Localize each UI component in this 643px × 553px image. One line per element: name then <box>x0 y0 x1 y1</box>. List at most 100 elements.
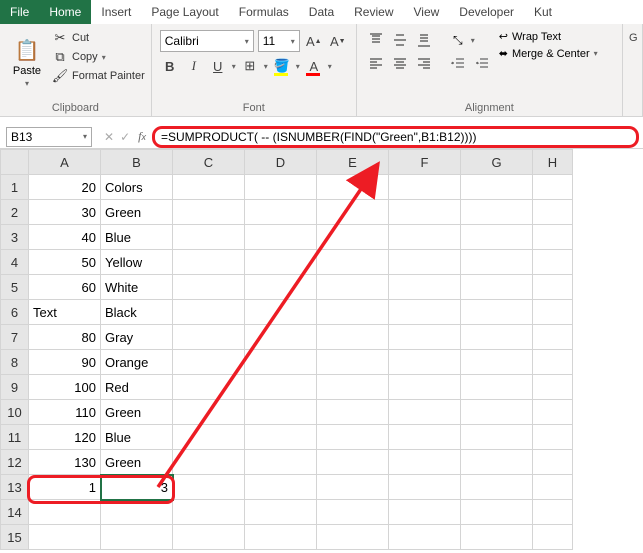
cell-G6[interactable] <box>461 300 533 325</box>
cell-E14[interactable] <box>317 500 389 525</box>
font-size-select[interactable]: 11 ▾ <box>258 30 300 52</box>
formula-input[interactable]: =SUMPRODUCT( -- (ISNUMBER(FIND("Green",B… <box>152 126 639 148</box>
increase-indent-button[interactable] <box>471 54 493 74</box>
cell-F2[interactable] <box>389 200 461 225</box>
cell-C6[interactable] <box>173 300 245 325</box>
cell-B8[interactable]: Orange <box>101 350 173 375</box>
cell-H9[interactable] <box>533 375 573 400</box>
column-header-B[interactable]: B <box>101 150 173 175</box>
cell-D1[interactable] <box>245 175 317 200</box>
cell-A12[interactable]: 130 <box>29 450 101 475</box>
cell-A11[interactable]: 120 <box>29 425 101 450</box>
cell-D7[interactable] <box>245 325 317 350</box>
cell-G11[interactable] <box>461 425 533 450</box>
tab-review[interactable]: Review <box>344 0 403 24</box>
select-all-corner[interactable] <box>1 150 29 175</box>
cell-D10[interactable] <box>245 400 317 425</box>
cell-F8[interactable] <box>389 350 461 375</box>
tab-developer[interactable]: Developer <box>449 0 524 24</box>
cell-C5[interactable] <box>173 275 245 300</box>
cell-D9[interactable] <box>245 375 317 400</box>
cell-H4[interactable] <box>533 250 573 275</box>
cell-F6[interactable] <box>389 300 461 325</box>
row-header-10[interactable]: 10 <box>1 400 29 425</box>
tab-page-layout[interactable]: Page Layout <box>141 0 228 24</box>
cell-C9[interactable] <box>173 375 245 400</box>
row-header-5[interactable]: 5 <box>1 275 29 300</box>
column-header-D[interactable]: D <box>245 150 317 175</box>
row-header-13[interactable]: 13 <box>1 475 29 500</box>
cell-A2[interactable]: 30 <box>29 200 101 225</box>
cell-A10[interactable]: 110 <box>29 400 101 425</box>
cell-F7[interactable] <box>389 325 461 350</box>
row-header-6[interactable]: 6 <box>1 300 29 325</box>
borders-button[interactable]: ⊞ <box>240 56 260 76</box>
cell-A15[interactable] <box>29 525 101 550</box>
format-painter-button[interactable]: 🖌 Format Painter <box>52 68 145 84</box>
cell-D8[interactable] <box>245 350 317 375</box>
cell-B5[interactable]: White <box>101 275 173 300</box>
tab-kutools[interactable]: Kut <box>524 0 562 24</box>
row-header-9[interactable]: 9 <box>1 375 29 400</box>
wrap-text-button[interactable]: ↩ Wrap Text <box>499 30 598 43</box>
cell-B6[interactable]: Black <box>101 300 173 325</box>
cell-E4[interactable] <box>317 250 389 275</box>
tab-data[interactable]: Data <box>299 0 344 24</box>
cell-B2[interactable]: Green <box>101 200 173 225</box>
cell-H7[interactable] <box>533 325 573 350</box>
row-header-2[interactable]: 2 <box>1 200 29 225</box>
cell-E13[interactable] <box>317 475 389 500</box>
cell-H2[interactable] <box>533 200 573 225</box>
tab-file[interactable]: File <box>0 0 39 24</box>
cell-F10[interactable] <box>389 400 461 425</box>
row-header-7[interactable]: 7 <box>1 325 29 350</box>
column-header-A[interactable]: A <box>29 150 101 175</box>
cell-F14[interactable] <box>389 500 461 525</box>
row-header-14[interactable]: 14 <box>1 500 29 525</box>
decrease-indent-button[interactable] <box>447 54 469 74</box>
bold-button[interactable]: B <box>160 56 180 76</box>
cell-G14[interactable] <box>461 500 533 525</box>
font-name-select[interactable]: Calibri ▾ <box>160 30 254 52</box>
cell-G7[interactable] <box>461 325 533 350</box>
cell-B7[interactable]: Gray <box>101 325 173 350</box>
cell-B15[interactable] <box>101 525 173 550</box>
cell-E6[interactable] <box>317 300 389 325</box>
cell-F4[interactable] <box>389 250 461 275</box>
cell-G5[interactable] <box>461 275 533 300</box>
cell-G3[interactable] <box>461 225 533 250</box>
tab-formulas[interactable]: Formulas <box>229 0 299 24</box>
cell-C4[interactable] <box>173 250 245 275</box>
column-header-H[interactable]: H <box>533 150 573 175</box>
row-header-15[interactable]: 15 <box>1 525 29 550</box>
cell-H11[interactable] <box>533 425 573 450</box>
cell-F5[interactable] <box>389 275 461 300</box>
cell-G10[interactable] <box>461 400 533 425</box>
cell-A13[interactable]: 1 <box>29 475 101 500</box>
cell-A1[interactable]: 20 <box>29 175 101 200</box>
align-center-button[interactable] <box>389 54 411 74</box>
cell-A8[interactable]: 90 <box>29 350 101 375</box>
align-left-button[interactable] <box>365 54 387 74</box>
cell-A14[interactable] <box>29 500 101 525</box>
cell-H10[interactable] <box>533 400 573 425</box>
align-middle-button[interactable] <box>389 30 411 50</box>
underline-button[interactable]: U <box>208 56 228 76</box>
cell-B4[interactable]: Yellow <box>101 250 173 275</box>
cell-G9[interactable] <box>461 375 533 400</box>
cell-D2[interactable] <box>245 200 317 225</box>
cell-B9[interactable]: Red <box>101 375 173 400</box>
cell-F1[interactable] <box>389 175 461 200</box>
cell-F13[interactable] <box>389 475 461 500</box>
font-color-button[interactable]: A <box>304 56 324 76</box>
cell-G1[interactable] <box>461 175 533 200</box>
column-header-E[interactable]: E <box>317 150 389 175</box>
cell-H1[interactable] <box>533 175 573 200</box>
cell-A4[interactable]: 50 <box>29 250 101 275</box>
italic-button[interactable]: I <box>184 56 204 76</box>
cell-H8[interactable] <box>533 350 573 375</box>
cell-G2[interactable] <box>461 200 533 225</box>
cell-G13[interactable] <box>461 475 533 500</box>
cell-C13[interactable] <box>173 475 245 500</box>
cell-H15[interactable] <box>533 525 573 550</box>
